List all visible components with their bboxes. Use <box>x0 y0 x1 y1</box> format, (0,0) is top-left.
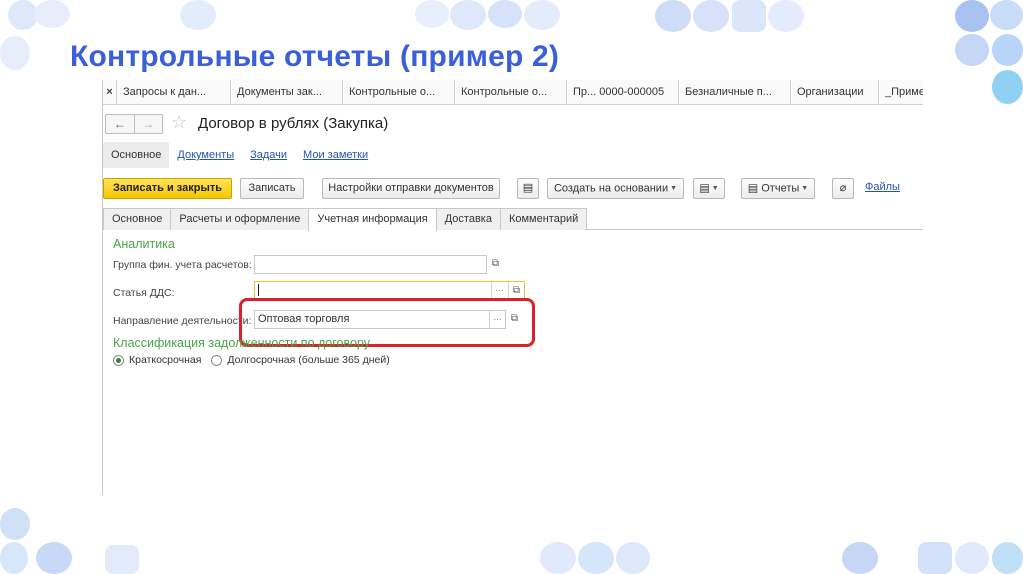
print-doc-button[interactable]: ▤ ▼ <box>693 178 725 199</box>
tab-main[interactable]: Основное <box>103 208 172 230</box>
text-cursor <box>258 284 259 297</box>
page-tabs: Основное Расчеты и оформление Учетная ин… <box>103 208 923 231</box>
decor-bubble <box>992 34 1023 66</box>
tab-delivery[interactable]: Доставка <box>435 208 501 230</box>
window-tab[interactable]: Безналичные п... <box>679 80 791 104</box>
paperclip-icon[interactable]: ⌀ <box>832 178 854 199</box>
decor-bubble <box>578 542 614 574</box>
send-settings-button[interactable]: Настройки отправки документов <box>322 178 500 199</box>
dds-label: Статья ДДС: <box>113 287 175 299</box>
save-close-button[interactable]: Записать и закрыть <box>103 178 232 199</box>
close-tab-icon[interactable]: × <box>103 80 117 104</box>
decor-bubble <box>955 34 989 66</box>
subtab-notes[interactable]: Мои заметки <box>295 142 376 168</box>
window-tabs: × Запросы к дан... Документы зак... Конт… <box>103 80 923 105</box>
chevron-down-icon: ▼ <box>801 185 809 192</box>
slide-title: Контрольные отчеты (пример 2) <box>70 40 560 73</box>
chevron-down-icon: ▼ <box>670 185 678 192</box>
toolbar: Записать и закрыть Записать Настройки от… <box>103 178 923 200</box>
decor-bubble <box>105 545 139 574</box>
decor-bubble <box>955 0 989 32</box>
back-arrow-icon[interactable]: ← <box>106 115 134 133</box>
decor-bubble <box>992 70 1023 104</box>
reports-label: Отчеты <box>761 182 800 195</box>
window-tab[interactable]: Организации <box>791 80 879 104</box>
decor-bubble <box>180 0 216 30</box>
select-dots-button[interactable]: ... <box>491 282 507 299</box>
decor-bubble <box>990 0 1023 30</box>
files-link[interactable]: Файлы <box>865 181 900 193</box>
open-icon[interactable]: ⧉ <box>487 255 504 274</box>
decor-bubble <box>992 542 1023 574</box>
form-sub-tabs: Основное Документы Задачи Мои заметки <box>103 142 376 168</box>
window-tab[interactable]: Запросы к дан... <box>117 80 231 104</box>
decor-bubble <box>655 0 691 32</box>
decor-bubble <box>0 542 28 574</box>
radio-long-term[interactable] <box>211 354 223 366</box>
radio-short-term[interactable] <box>113 354 124 366</box>
subtab-documents[interactable]: Документы <box>169 142 242 168</box>
decor-bubble <box>842 542 878 574</box>
radio-short-term-label[interactable]: Краткосрочная <box>129 354 201 366</box>
tab-accounting-info[interactable]: Учетная информация <box>308 208 437 231</box>
create-based-on-button[interactable]: Создать на основании ▼ <box>547 178 684 199</box>
forward-arrow-icon[interactable]: → <box>133 115 163 133</box>
decor-bubble <box>450 0 486 30</box>
chevron-down-icon: ▼ <box>711 185 719 192</box>
decor-bubble <box>34 0 70 28</box>
decor-bubble <box>616 542 650 574</box>
decor-bubble <box>524 0 560 30</box>
radio-long-term-label[interactable]: Долгосрочная (больше 365 дней) <box>227 354 389 366</box>
decor-bubble <box>415 0 449 28</box>
reports-button[interactable]: ▤ Отчеты ▼ <box>741 178 815 199</box>
app-window: × Запросы к дан... Документы зак... Конт… <box>102 80 923 495</box>
classification-radio-group: Краткосрочная Долгосрочная (больше 365 д… <box>113 354 390 366</box>
window-tab[interactable]: Пр... 0000-000005 <box>567 80 679 104</box>
subtab-tasks[interactable]: Задачи <box>242 142 295 168</box>
window-tab[interactable]: Контрольные о... <box>455 80 567 104</box>
decor-bubble <box>488 0 522 28</box>
nav-buttons: ← → <box>105 114 163 134</box>
activity-label: Направление деятельности: <box>113 315 252 327</box>
document-icon: ▤ <box>699 182 710 195</box>
analytics-group-title: Аналитика <box>113 237 175 251</box>
decor-bubble <box>955 542 989 574</box>
list-icon[interactable]: ▤ <box>517 178 539 199</box>
decor-bubble <box>36 542 72 574</box>
fin-group-field[interactable]: ⧉ <box>254 255 499 274</box>
reports-icon: ▤ <box>747 182 759 195</box>
form-title: Договор в рублях (Закупка) <box>198 115 389 132</box>
window-tab[interactable]: Документы зак... <box>231 80 343 104</box>
save-button[interactable]: Записать <box>240 178 304 199</box>
classification-group-title: Классификация задолженности по договору <box>113 336 370 350</box>
decor-bubble <box>693 0 729 32</box>
decor-bubble <box>0 36 30 70</box>
decor-bubble <box>918 542 952 574</box>
create-based-on-label: Создать на основании <box>553 182 669 195</box>
open-icon[interactable]: ⧉ <box>508 282 524 299</box>
window-tab[interactable]: Контрольные о... <box>343 80 455 104</box>
decor-bubble <box>0 508 30 540</box>
tab-settlements[interactable]: Расчеты и оформление <box>170 208 310 230</box>
subtab-main[interactable]: Основное <box>103 142 170 168</box>
decor-bubble <box>540 542 576 574</box>
window-tab[interactable]: _Приме <box>879 80 923 104</box>
tab-comment[interactable]: Комментарий <box>499 208 588 230</box>
decor-bubble <box>732 0 766 32</box>
decor-bubble <box>768 0 804 32</box>
star-icon[interactable]: ☆ <box>171 112 187 133</box>
fin-group-label: Группа фин. учета расчетов: <box>113 259 252 271</box>
